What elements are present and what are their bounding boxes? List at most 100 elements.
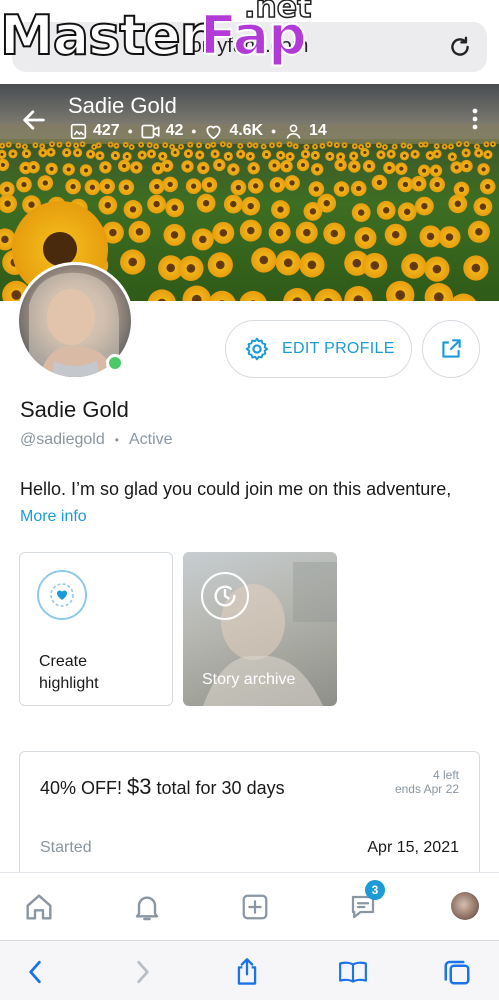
heart-icon — [206, 125, 221, 139]
stat-photos: 427 — [70, 122, 120, 140]
sunflower — [182, 285, 211, 301]
cover-profile-name: Sadie Gold — [68, 93, 177, 118]
sunflower — [99, 161, 112, 174]
subscription-title-suffix: total for 30 days — [151, 778, 285, 798]
more-icon[interactable] — [471, 108, 479, 130]
sunflower — [333, 181, 350, 197]
sunflower — [207, 252, 233, 278]
sunflower — [415, 196, 434, 216]
sunflower — [98, 195, 118, 215]
sunflower — [130, 161, 143, 174]
sunflower — [123, 200, 143, 219]
sunflower — [477, 163, 490, 176]
sunflower — [247, 162, 260, 175]
profile-handle: @sadiegold — [20, 431, 105, 448]
sunflower — [99, 178, 115, 195]
nav-profile-avatar[interactable] — [451, 892, 479, 920]
sunflower — [149, 178, 165, 195]
sunflower — [275, 250, 301, 276]
sunflower — [419, 225, 442, 248]
sunflower — [314, 288, 343, 301]
sunflower — [371, 174, 388, 191]
sunflower — [479, 178, 496, 195]
profile-bio: Hello. I’m so glad you could join me on … — [20, 479, 452, 499]
subscription-title: 40% OFF! $3 total for 30 days — [40, 774, 285, 800]
sunflower — [269, 177, 286, 193]
sunflower — [362, 252, 388, 279]
sunflower — [376, 200, 396, 220]
sunflower — [118, 159, 131, 173]
create-highlight-label: Create highlight — [39, 651, 99, 695]
share-profile-button[interactable] — [422, 320, 480, 378]
sunflower — [0, 194, 17, 214]
sunflower — [308, 181, 325, 197]
safari-back-button[interactable] — [20, 957, 50, 987]
video-icon — [141, 124, 160, 138]
sunflower — [460, 159, 473, 173]
edit-profile-label: EDIT PROFILE — [282, 340, 395, 357]
sunflower — [362, 160, 376, 173]
safari-forward-button[interactable] — [128, 957, 158, 987]
sunflower — [84, 179, 101, 196]
stat-fans: 14 — [284, 122, 327, 140]
messages-badge: 3 — [365, 880, 385, 900]
started-label: Started — [40, 839, 92, 856]
sunflower — [201, 177, 218, 193]
subscription-price: $3 — [127, 774, 152, 799]
browser-top-bar: onlyfans.com Master Fap .net — [0, 0, 499, 84]
photo-icon — [70, 123, 87, 139]
sunflower — [397, 176, 414, 193]
sunflower — [280, 160, 293, 173]
sunflower — [334, 158, 347, 172]
bell-icon — [135, 896, 159, 921]
create-highlight-line-2: highlight — [39, 675, 99, 692]
sunflower — [383, 161, 396, 175]
sunflower — [299, 252, 325, 278]
sunflower — [45, 162, 58, 176]
sunflower — [181, 160, 194, 173]
back-arrow-icon[interactable] — [20, 106, 48, 134]
offer-remaining: 4 left ends Apr 22 — [395, 768, 459, 796]
reload-icon[interactable] — [447, 34, 473, 60]
sunflower — [354, 227, 377, 249]
sunflower — [424, 256, 450, 282]
sunflower — [223, 194, 243, 214]
sunflower — [239, 219, 262, 242]
safari-tabs-button[interactable] — [442, 957, 472, 987]
sunflower — [178, 255, 204, 281]
safari-bookmarks-button[interactable] — [338, 957, 368, 987]
sunflower — [268, 159, 281, 172]
safari-share-button[interactable] — [232, 957, 262, 987]
profile-name: Sadie Gold — [20, 397, 129, 422]
sunflower — [79, 164, 93, 177]
sunflower — [37, 175, 54, 191]
sunflower — [227, 163, 240, 176]
sunflower — [208, 290, 236, 301]
more-info-link[interactable]: More info — [20, 508, 87, 526]
nav-notifications[interactable] — [130, 890, 164, 924]
edit-profile-button[interactable]: EDIT PROFILE — [225, 320, 412, 378]
nav-home[interactable] — [22, 890, 56, 924]
home-icon — [26, 894, 52, 920]
sunflower — [438, 226, 461, 249]
sunflower — [311, 163, 324, 176]
sunflower — [344, 286, 373, 301]
sunflower — [120, 249, 146, 275]
app-bottom-nav — [0, 872, 499, 940]
create-highlight-card[interactable]: Create highlight — [19, 552, 173, 706]
stat-videos: 42 — [141, 122, 183, 140]
sunflower — [397, 202, 417, 222]
create-highlight-icon-ring — [37, 570, 87, 620]
sunflower — [417, 164, 431, 177]
nav-add-post[interactable] — [238, 890, 272, 924]
separator-dot: • — [271, 123, 277, 139]
share-icon — [442, 339, 461, 358]
sunflower — [162, 176, 178, 193]
story-archive-card[interactable]: Story archive — [183, 552, 337, 706]
sunflower — [429, 164, 443, 177]
sunflower — [384, 223, 407, 246]
sunflower — [147, 289, 176, 301]
separator-dot: • — [191, 123, 197, 139]
sunflower — [196, 193, 216, 213]
sunflower — [118, 179, 135, 196]
